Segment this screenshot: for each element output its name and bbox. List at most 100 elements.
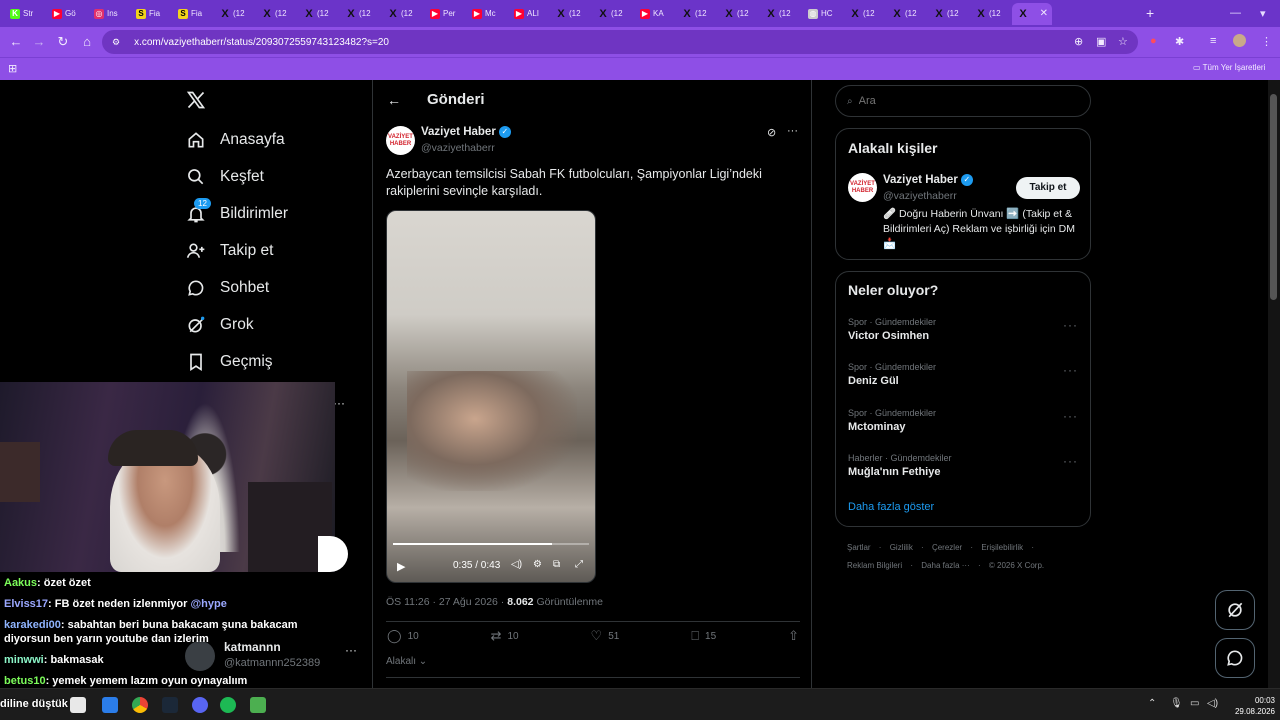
related-name[interactable]: Vaziyet Haber ✓	[883, 174, 973, 186]
related-handle[interactable]: @vaziyethaberr	[883, 190, 957, 202]
chat-username[interactable]: betus10	[4, 675, 46, 687]
close-tab-icon[interactable]: ✕	[1040, 8, 1048, 19]
trend-item[interactable]: Spor · Gündemdekiler Victor Osimhen	[848, 317, 936, 342]
discord-app-icon[interactable]	[192, 697, 208, 713]
back-icon[interactable]: ←	[4, 34, 28, 49]
trend-more-icon[interactable]: ···	[1063, 363, 1078, 377]
browser-menu-icon[interactable]: ⋮	[1261, 35, 1272, 48]
browser-tab[interactable]: X (12	[298, 3, 340, 25]
game-app-icon[interactable]	[250, 697, 266, 713]
nav-notifications[interactable]: 12 Bildirimler	[186, 198, 288, 224]
post-timestamp[interactable]: ÖS 11:26 · 27 Ağu 2026 ·	[386, 596, 507, 608]
tray-chevron-icon[interactable]: ⌃	[1148, 698, 1156, 709]
footer-link[interactable]: Şartlar	[847, 543, 871, 552]
all-bookmarks-button[interactable]: ▭ Tüm Yer İşaretleri	[1193, 63, 1265, 72]
trend-item[interactable]: Haberler · Gündemdekiler Muğla'nın Fethi…	[848, 453, 952, 478]
grok-fab[interactable]	[1215, 590, 1255, 630]
browser-tab[interactable]: K Str	[4, 3, 46, 25]
browser-tab[interactable]: X (12	[340, 3, 382, 25]
follow-button[interactable]: Takip et	[1016, 177, 1080, 199]
footer-link[interactable]: Reklam Bilgileri	[847, 561, 902, 570]
browser-tab[interactable]: ▶ Mc	[466, 3, 508, 25]
page-scrollbar[interactable]	[1268, 80, 1280, 688]
footer-link[interactable]: Erişilebilirlik	[981, 543, 1023, 552]
new-tab-button[interactable]: +	[1146, 5, 1154, 21]
clock[interactable]: 00:03 29.08.2026	[1233, 695, 1275, 717]
video-progress-track[interactable]	[393, 543, 589, 545]
chat-username[interactable]: karakedi00	[4, 619, 61, 631]
messages-fab[interactable]	[1215, 638, 1255, 678]
nav-explore[interactable]: Keşfet	[186, 167, 264, 187]
volume-icon[interactable]: ◁)	[1207, 698, 1218, 709]
steam-app-icon[interactable]	[162, 697, 178, 713]
microphone-icon[interactable]: 🎙	[1170, 698, 1183, 709]
trend-more-icon[interactable]: ···	[1063, 454, 1078, 468]
display-icon[interactable]: ▭	[1190, 698, 1199, 709]
site-info-icon[interactable]: ⚙	[112, 37, 120, 48]
search-box[interactable]: ⌕	[835, 85, 1091, 117]
profile-avatar[interactable]	[1233, 34, 1246, 47]
footer-link[interactable]: Gizlilik	[890, 543, 913, 552]
account-more-icon[interactable]: ···	[345, 643, 357, 657]
related-avatar[interactable]: VAZİYET HABER	[848, 173, 877, 202]
browser-tab[interactable]: X (12	[718, 3, 760, 25]
install-app-icon[interactable]: ▣	[1096, 35, 1106, 48]
mail-app-icon[interactable]	[102, 697, 118, 713]
minimize-icon[interactable]: —	[1230, 7, 1241, 19]
extensions-icon[interactable]: ✱	[1175, 35, 1184, 48]
apps-grid-icon[interactable]: ⊞	[8, 62, 17, 75]
browser-tab[interactable]: X (12	[256, 3, 298, 25]
reply-button[interactable]: ◯ 10	[387, 628, 419, 644]
replies-sort[interactable]: Alakalı ⌄	[386, 656, 427, 667]
store-app-icon[interactable]	[70, 697, 86, 713]
repost-button[interactable]: ⇄ 10	[491, 628, 519, 644]
nav-history[interactable]: Geçmiş	[186, 352, 273, 372]
bookmark-button[interactable]: ⎕ 15	[691, 628, 716, 644]
settings-icon[interactable]: ⚙	[533, 559, 542, 570]
trend-item[interactable]: Spor · Gündemdekiler Deniz Gül	[848, 362, 936, 387]
browser-tab[interactable]: X (12	[970, 3, 1012, 25]
reload-icon[interactable]: ↻	[51, 34, 75, 50]
search-input[interactable]	[858, 95, 1059, 107]
browser-tab[interactable]: X (12	[676, 3, 718, 25]
browser-tab[interactable]: ◎ Ins	[88, 3, 130, 25]
volume-icon[interactable]: ◁)	[511, 559, 522, 570]
show-more-link[interactable]: Daha fazla göster	[848, 501, 934, 513]
browser-tab[interactable]: X (12	[886, 3, 928, 25]
nav-grok[interactable]: Grok	[186, 315, 254, 335]
browser-tab[interactable]: ▶ ALI	[508, 3, 550, 25]
chat-username[interactable]: Elviss17	[4, 598, 48, 610]
share-button[interactable]: ⇧	[788, 628, 799, 644]
trend-more-icon[interactable]: ···	[1063, 409, 1078, 423]
spotify-app-icon[interactable]	[220, 697, 236, 713]
author-avatar[interactable]: VAZİYET HABER	[386, 126, 415, 155]
footer-link[interactable]: Çerezler	[932, 543, 962, 552]
browser-tab[interactable]: X (12	[382, 3, 424, 25]
scrollbar-thumb[interactable]	[1270, 94, 1277, 300]
post-more-icon[interactable]: ···	[787, 125, 798, 137]
address-bar[interactable]: ⚙ x.com/vaziyethaberr/status/20930725597…	[102, 30, 1138, 54]
browser-tab[interactable]: X (12	[550, 3, 592, 25]
zoom-icon[interactable]: ⊕	[1074, 35, 1083, 48]
extension-record-icon[interactable]: ●	[1150, 35, 1157, 47]
nav-home[interactable]: Anasayfa	[186, 130, 285, 150]
nav-chat[interactable]: Sohbet	[186, 278, 269, 298]
browser-tab[interactable]: X (12	[592, 3, 634, 25]
pip-icon[interactable]: ⧉	[553, 559, 560, 570]
footer-link[interactable]: Daha fazla ···	[921, 561, 969, 570]
trend-item[interactable]: Spor · Gündemdekiler Mctominay	[848, 408, 936, 433]
home-page-icon[interactable]: ⌂	[75, 34, 99, 49]
author-name[interactable]: Vaziyet Haber ✓	[421, 126, 511, 138]
media-controls-icon[interactable]: ≡	[1210, 35, 1216, 47]
browser-tab[interactable]: S Fia	[172, 3, 214, 25]
bookmark-star-icon[interactable]: ☆	[1118, 35, 1128, 48]
browser-tab[interactable]: ▶ Per	[424, 3, 466, 25]
chrome-app-icon[interactable]	[132, 697, 148, 713]
like-button[interactable]: ♡ 51	[591, 628, 620, 644]
browser-tab[interactable]: ◍ HC	[802, 3, 844, 25]
back-arrow-icon[interactable]: ←	[387, 92, 401, 108]
chat-username[interactable]: Aakus	[4, 577, 37, 589]
forward-icon[interactable]: →	[27, 34, 51, 49]
x-logo[interactable]	[186, 90, 206, 115]
browser-tab[interactable]: ▶ KA	[634, 3, 676, 25]
